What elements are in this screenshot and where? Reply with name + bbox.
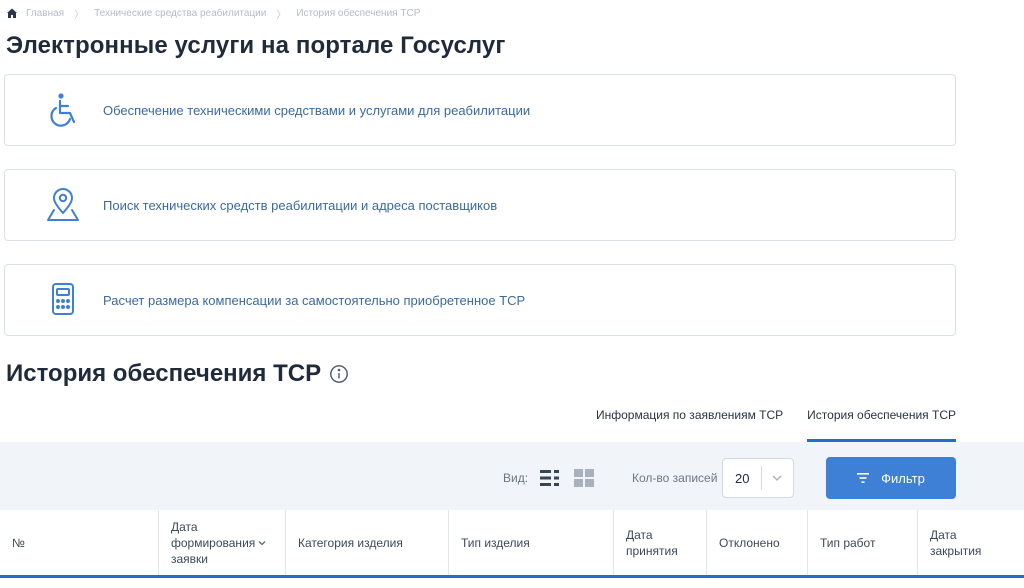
- page-title: Электронные услуги на портале Госуслуг: [6, 32, 506, 59]
- column-header-category: Категория изделия: [285, 510, 448, 575]
- records-count-select[interactable]: 20: [722, 458, 794, 498]
- home-icon[interactable]: [6, 7, 18, 19]
- service-card-compensation[interactable]: Расчет размера компенсации за самостояте…: [4, 264, 956, 336]
- filter-icon: [857, 473, 870, 483]
- tab-applications-info[interactable]: Информация по заявлениям ТСР: [596, 402, 783, 442]
- service-card-label[interactable]: Расчет размера компенсации за самостояте…: [103, 293, 525, 308]
- column-header-label: Дата принятия: [626, 527, 678, 558]
- breadcrumb-separator: 〉: [276, 9, 287, 21]
- service-card-search[interactable]: Поиск технических средств реабилитации и…: [4, 169, 956, 241]
- grid-view-icon[interactable]: [574, 469, 594, 487]
- column-header-label: Тип работ: [820, 535, 876, 550]
- wheelchair-icon: [43, 90, 83, 130]
- tab-history[interactable]: История обеспечения ТСР: [807, 402, 956, 442]
- chevron-down-icon[interactable]: [762, 459, 793, 497]
- section-title-text: История обеспечения ТСР: [6, 360, 322, 387]
- column-header-label: Дата закрытия: [930, 527, 982, 558]
- tabs: Информация по заявлениям ТСР История обе…: [572, 402, 956, 442]
- table-header: № Дата формирования заявки Категория изд…: [0, 510, 1024, 578]
- records-count-label: Кол-во записей: [632, 471, 718, 485]
- records-count-value: 20: [735, 470, 750, 486]
- breadcrumb: Главная 〉 Технические средства реабилита…: [6, 6, 421, 21]
- column-header-label: №: [12, 535, 25, 550]
- calculator-icon: [43, 280, 83, 320]
- service-card-label[interactable]: Обеспечение техническими средствами и ус…: [103, 103, 530, 118]
- column-header-work-type: Тип работ: [807, 510, 917, 575]
- column-header-date-formed[interactable]: Дата формирования заявки: [158, 510, 285, 575]
- column-header-date-closed: Дата закрытия: [917, 510, 1024, 575]
- column-header-product-type: Тип изделия: [448, 510, 613, 575]
- column-header-number: №: [0, 510, 158, 575]
- sort-chevron-icon[interactable]: [257, 539, 267, 547]
- column-header-label: Отклонено: [719, 535, 780, 550]
- service-card-provision[interactable]: Обеспечение техническими средствами и ус…: [4, 74, 956, 146]
- filter-button-label: Фильтр: [881, 470, 925, 486]
- filter-button[interactable]: Фильтр: [826, 457, 956, 499]
- service-card-label[interactable]: Поиск технических средств реабилитации и…: [103, 198, 497, 213]
- section-title: История обеспечения ТСР: [6, 360, 349, 388]
- view-label: Вид:: [503, 471, 529, 485]
- breadcrumb-item-tsr[interactable]: Технические средства реабилитации: [94, 8, 266, 19]
- breadcrumb-item-home[interactable]: Главная: [26, 8, 64, 19]
- map-pin-icon: [43, 185, 83, 225]
- column-header-label: Категория изделия: [298, 535, 403, 550]
- table-toolbar: Вид: Кол-во записей 20 Фильтр: [0, 442, 1024, 510]
- breadcrumb-separator: 〉: [74, 9, 85, 21]
- list-view-icon[interactable]: [540, 469, 560, 487]
- breadcrumb-item-current: История обеспечения ТСР: [296, 7, 421, 19]
- column-header-label: Дата формирования заявки: [171, 519, 256, 566]
- column-header-label: Тип изделия: [461, 535, 530, 550]
- info-icon[interactable]: [329, 364, 349, 384]
- column-header-date-accepted: Дата принятия: [613, 510, 706, 575]
- column-header-rejected: Отклонено: [706, 510, 807, 575]
